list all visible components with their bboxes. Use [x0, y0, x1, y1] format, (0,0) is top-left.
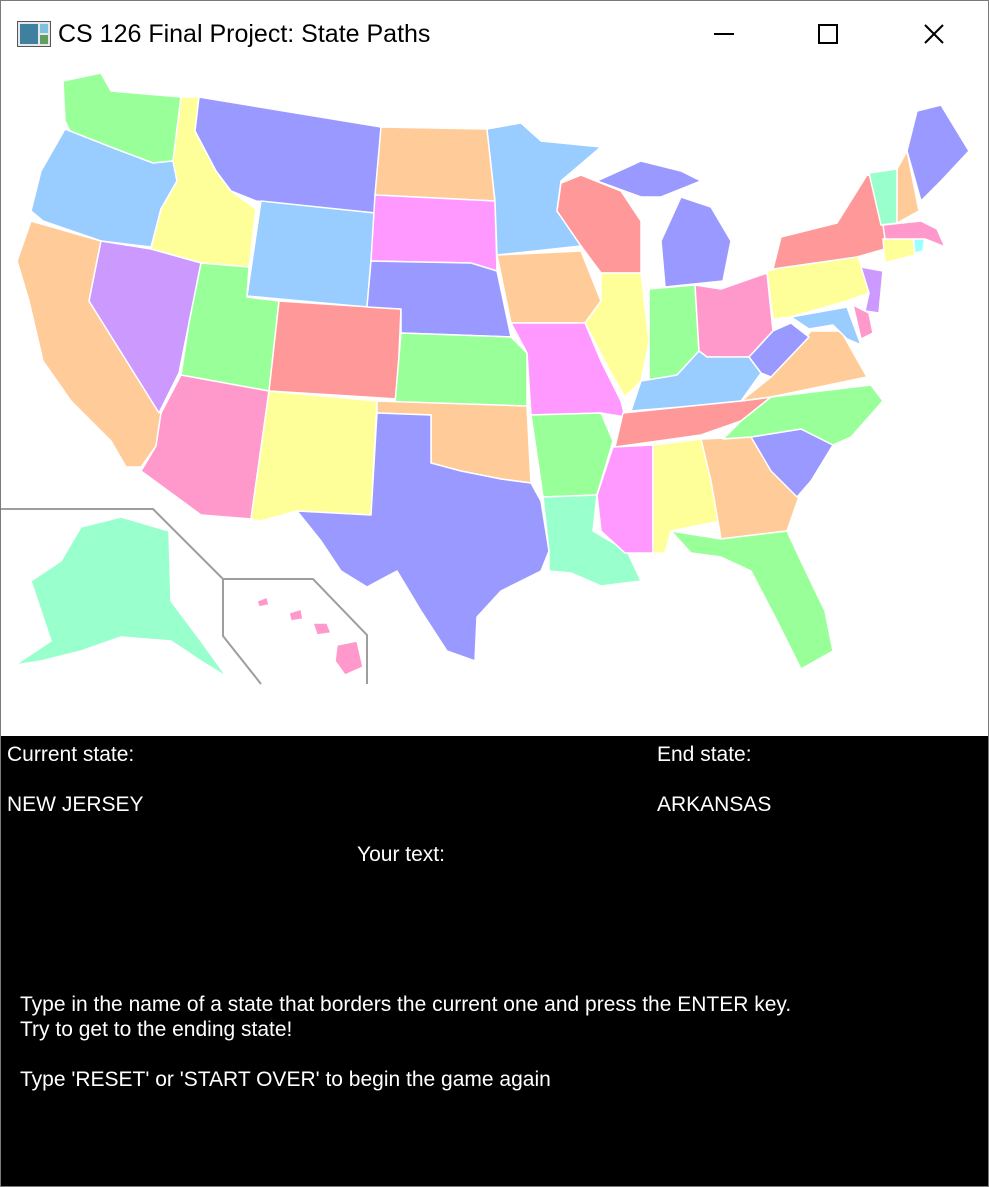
close-button[interactable] [881, 1, 987, 67]
state-hawaii-3 [312, 622, 332, 636]
close-icon [924, 24, 944, 44]
app-window: CS 126 Final Project: State Paths Curren… [0, 0, 989, 1187]
state-kansas [394, 332, 528, 407]
state-maine [906, 104, 970, 202]
maximize-button[interactable] [775, 1, 881, 67]
state-michigan [660, 196, 732, 288]
minimize-icon [714, 33, 734, 35]
title-bar[interactable]: CS 126 Final Project: State Paths [1, 1, 988, 67]
state-new-mexico [250, 390, 378, 522]
state-iowa [496, 250, 602, 324]
maximize-icon [818, 24, 838, 44]
state-alaska [14, 516, 228, 678]
state-hawaii-2 [288, 608, 304, 622]
state-hawaii-1 [256, 596, 270, 608]
instruction-line-1: Type in the name of a state that borders… [20, 993, 792, 1016]
state-wyoming [246, 200, 376, 308]
state-colorado [268, 300, 402, 400]
minimize-button[interactable] [671, 1, 777, 67]
current-state-value: NEW JERSEY [7, 793, 144, 816]
us-map [1, 72, 970, 685]
instruction-line-2: Try to get to the ending state! [20, 1018, 293, 1041]
end-state-label: End state: [657, 743, 752, 766]
your-text-label: Your text: [357, 843, 445, 866]
state-south-dakota [370, 194, 498, 272]
current-state-label: Current state: [7, 743, 135, 766]
window-title: CS 126 Final Project: State Paths [58, 20, 431, 48]
hawaii-inset-border [222, 579, 262, 685]
state-florida [670, 530, 834, 670]
instruction-line-3: Type 'RESET' or 'START OVER' to begin th… [20, 1068, 551, 1091]
game-panel: Current state: NEW JERSEY End state: ARK… [1, 736, 988, 1186]
us-map-canvas [1, 67, 988, 736]
end-state-value: ARKANSAS [657, 793, 772, 816]
app-window-icon [17, 21, 51, 47]
state-hawaii-4 [334, 640, 364, 676]
state-north-dakota [374, 126, 496, 202]
text-input-field[interactable] [357, 876, 557, 902]
